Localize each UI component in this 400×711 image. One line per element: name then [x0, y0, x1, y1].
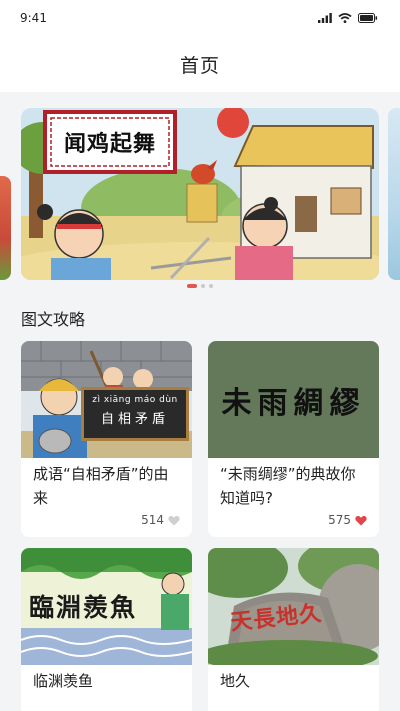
- like-counter[interactable]: 575: [328, 513, 367, 527]
- idiom-characters: 自相矛盾: [100, 412, 169, 427]
- article-title: 地久: [220, 672, 251, 690]
- page-title: 首页: [179, 54, 220, 77]
- idiom-pinyin: zì xiāng máo dùn: [92, 395, 178, 405]
- banner-next-slide[interactable]: [388, 108, 400, 280]
- article-title: 成语“自相矛盾”的由来: [33, 465, 169, 507]
- section-title: 图文攻略: [21, 310, 86, 329]
- idiom-characters: 臨淵羨魚: [29, 593, 138, 622]
- like-count: 514: [141, 513, 164, 527]
- carousel-dot: [209, 284, 213, 288]
- article-title: “未雨绸缪”的典故你知道吗?: [220, 465, 356, 507]
- heart-filled-icon[interactable]: [355, 515, 367, 526]
- article-card[interactable]: 臨淵羨魚 临渊羡鱼: [21, 548, 192, 711]
- status-icons: [318, 13, 378, 23]
- heart-outline-icon[interactable]: [168, 515, 180, 526]
- status-bar: 9:41: [0, 0, 400, 36]
- nav-bar: 首页: [0, 36, 400, 92]
- banner-title: 闻鸡起舞: [63, 131, 156, 157]
- calligraphy-text: 未雨綢繆: [221, 385, 366, 421]
- article-card[interactable]: 未雨綢繆 “未雨绸缪”的典故你知道吗? 575: [208, 341, 379, 537]
- wifi-icon: [338, 13, 352, 23]
- idiom-board: zì xiāng máo dùn 自相矛盾: [81, 387, 189, 441]
- like-count: 575: [328, 513, 351, 527]
- like-counter[interactable]: 514: [141, 513, 180, 527]
- article-thumbnail: 天長地久: [208, 548, 379, 665]
- article-thumbnail: zì xiāng máo dùn 自相矛盾: [21, 341, 192, 458]
- article-card[interactable]: zì xiāng máo dùn 自相矛盾 成语“自相矛盾”的由来 514: [21, 341, 192, 537]
- carousel-indicator: [0, 284, 400, 288]
- article-card[interactable]: 天長地久 地久: [208, 548, 379, 711]
- banner-slide[interactable]: 闻鸡起舞: [21, 108, 379, 280]
- carousel-dot: [201, 284, 205, 288]
- article-thumbnail: 未雨綢繆: [208, 341, 379, 458]
- signal-icon: [318, 13, 332, 23]
- article-thumbnail: 臨淵羨魚: [21, 548, 192, 665]
- article-title: 临渊羡鱼: [33, 672, 94, 690]
- status-time: 9:41: [20, 11, 47, 25]
- banner-prev-slide[interactable]: [0, 176, 11, 280]
- battery-icon: [358, 13, 378, 23]
- carousel-dot-active: [187, 284, 197, 288]
